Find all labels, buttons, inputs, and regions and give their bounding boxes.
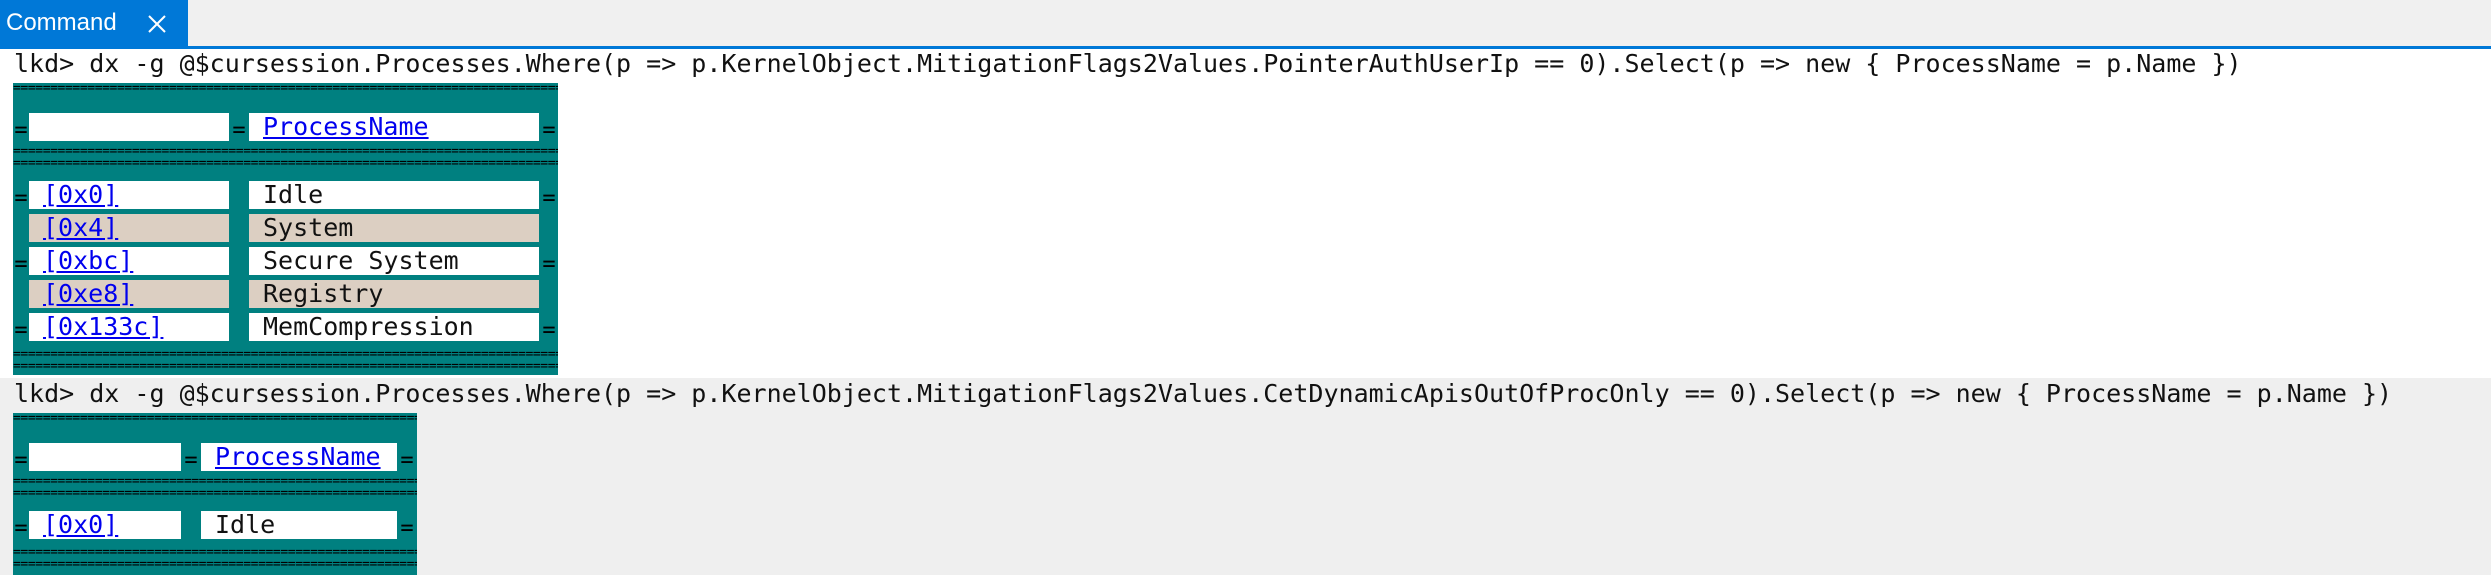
table-row-index[interactable]: [0x4] — [29, 214, 229, 242]
grid-separator: ========================================… — [13, 83, 558, 95]
tab-command-label: Command — [6, 9, 117, 36]
table-row-name: System — [249, 214, 539, 242]
grid-separator: ========================================… — [13, 476, 417, 488]
table-row-index[interactable]: [0xe8] — [29, 280, 229, 308]
grid-border-char: = — [14, 252, 28, 277]
grid-border-char: = — [14, 118, 28, 143]
grid-border-char: = — [14, 516, 28, 541]
table-row-index[interactable]: [0xbc] — [29, 247, 229, 275]
results-grid-1: ========================================… — [13, 83, 558, 375]
grid-separator: ========================================… — [13, 349, 558, 361]
row-index-link[interactable]: [0x0] — [43, 181, 118, 209]
grid-border-char: = — [542, 318, 556, 343]
table-row-index[interactable]: [0x0] — [29, 511, 181, 539]
grid-border-char: = — [542, 252, 556, 277]
table-row-name: Idle — [249, 181, 539, 209]
grid-separator: ========================================… — [13, 146, 558, 158]
grid-header-index — [29, 443, 181, 471]
processname-header-link[interactable]: ProcessName — [263, 113, 429, 141]
grid-header-index — [29, 113, 229, 141]
grid-border-char: = — [400, 448, 414, 473]
command-line-2: lkd> dx -g @$cursession.Processes.Where(… — [14, 379, 2393, 408]
command-line-1: lkd> dx -g @$cursession.Processes.Where(… — [14, 49, 2242, 78]
grid-header-processname[interactable]: ProcessName — [249, 113, 539, 141]
grid-border-char: = — [232, 118, 246, 143]
processname-header-link[interactable]: ProcessName — [215, 443, 381, 471]
grid-border-char: = — [14, 186, 28, 211]
row-index-link[interactable]: [0xbc] — [43, 247, 133, 275]
grid-border-char: = — [14, 318, 28, 343]
grid-separator: ========================================… — [13, 413, 417, 425]
close-icon[interactable] — [146, 13, 168, 35]
row-index-link[interactable]: [0x0] — [43, 511, 118, 539]
grid-border-char: = — [542, 118, 556, 143]
table-row-index[interactable]: [0x133c] — [29, 313, 229, 341]
grid-border-char: = — [14, 448, 28, 473]
row-index-link[interactable]: [0x4] — [43, 214, 118, 242]
row-index-link[interactable]: [0xe8] — [43, 280, 133, 308]
grid-border-char: = — [184, 448, 198, 473]
tab-command[interactable]: Command — [0, 0, 188, 46]
table-row-name: Registry — [249, 280, 539, 308]
grid-separator: ========================================… — [13, 361, 558, 373]
grid-separator: ========================================… — [13, 488, 417, 500]
row-index-link[interactable]: [0x133c] — [43, 313, 163, 341]
table-row-name: MemCompression — [249, 313, 539, 341]
grid-separator: ========================================… — [13, 547, 417, 559]
grid-separator: ========================================… — [13, 559, 417, 571]
grid-header-processname[interactable]: ProcessName — [201, 443, 397, 471]
tab-bar: Command — [0, 0, 2491, 49]
grid-separator: ========================================… — [13, 158, 558, 170]
table-row-name: Secure System — [249, 247, 539, 275]
grid-border-char: = — [542, 186, 556, 211]
results-grid-2: ========================================… — [13, 413, 417, 575]
grid-border-char: = — [400, 516, 414, 541]
table-row-name: Idle — [201, 511, 397, 539]
table-row-index[interactable]: [0x0] — [29, 181, 229, 209]
